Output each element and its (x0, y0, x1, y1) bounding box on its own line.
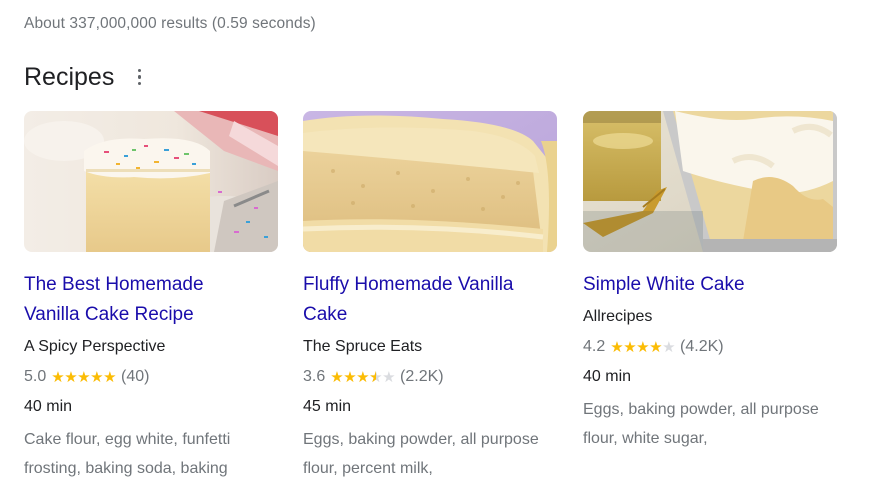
recipe-time: 45 min (303, 398, 352, 415)
recipe-source: The Spruce Eats (303, 338, 423, 355)
recipe-ingredients: Cake flour, egg white, funfetti frosting… (24, 431, 231, 477)
recipe-rating: 3.6 ★★★★★ (2.2K) (303, 365, 559, 389)
recipe-image[interactable] (583, 111, 837, 252)
star-rating-icon: ★ ★ ★ ★ ★ (330, 368, 395, 386)
recipes-header: Recipes (24, 60, 146, 94)
recipe-source: Allrecipes (583, 308, 653, 325)
recipe-rating: 5.0 ★ ★ ★ ★ ★ (40) (24, 365, 280, 389)
star-rating-icon: ★ ★ ★ ★ ★ (51, 369, 117, 386)
rating-value: 4.2 (583, 338, 606, 355)
star-rating-icon: ★ ★ ★ ★ ★ (610, 339, 676, 356)
recipe-card-3[interactable]: Simple White Cake Allrecipes 4.2 ★ ★ ★ ★ ★ (… (583, 111, 839, 453)
review-count: (2.2K) (400, 368, 444, 385)
section-title: Recipes (24, 62, 115, 91)
more-options-icon[interactable] (132, 67, 146, 87)
recipe-title-link[interactable]: The Best Homemade Vanilla Cake Recipe (24, 270, 264, 330)
recipe-card-2[interactable]: Fluffy Homemade Vanilla Cake The Spruce … (303, 111, 559, 483)
recipe-source: A Spicy Perspective (24, 338, 166, 355)
recipe-image[interactable] (303, 111, 557, 252)
rating-value: 3.6 (303, 368, 326, 385)
recipe-card-1[interactable]: The Best Homemade Vanilla Cake Recipe A … (24, 111, 280, 483)
recipe-time: 40 min (24, 398, 73, 415)
recipe-image[interactable] (24, 111, 278, 252)
rating-value: 5.0 (24, 368, 47, 385)
recipe-ingredients: Eggs, baking powder, all purpose flour, … (583, 401, 819, 447)
recipe-time: 40 min (583, 368, 632, 385)
recipe-ingredients: Eggs, baking powder, all purpose flour, … (303, 431, 539, 477)
result-stats: About 337,000,000 results (0.59 seconds) (24, 15, 316, 32)
recipe-rating: 4.2 ★ ★ ★ ★ ★ (4.2K) (583, 335, 839, 359)
review-count: (4.2K) (680, 338, 724, 355)
recipe-title-link[interactable]: Simple White Cake (583, 270, 823, 300)
recipe-title-link[interactable]: Fluffy Homemade Vanilla Cake (303, 270, 543, 330)
review-count: (40) (121, 368, 150, 385)
